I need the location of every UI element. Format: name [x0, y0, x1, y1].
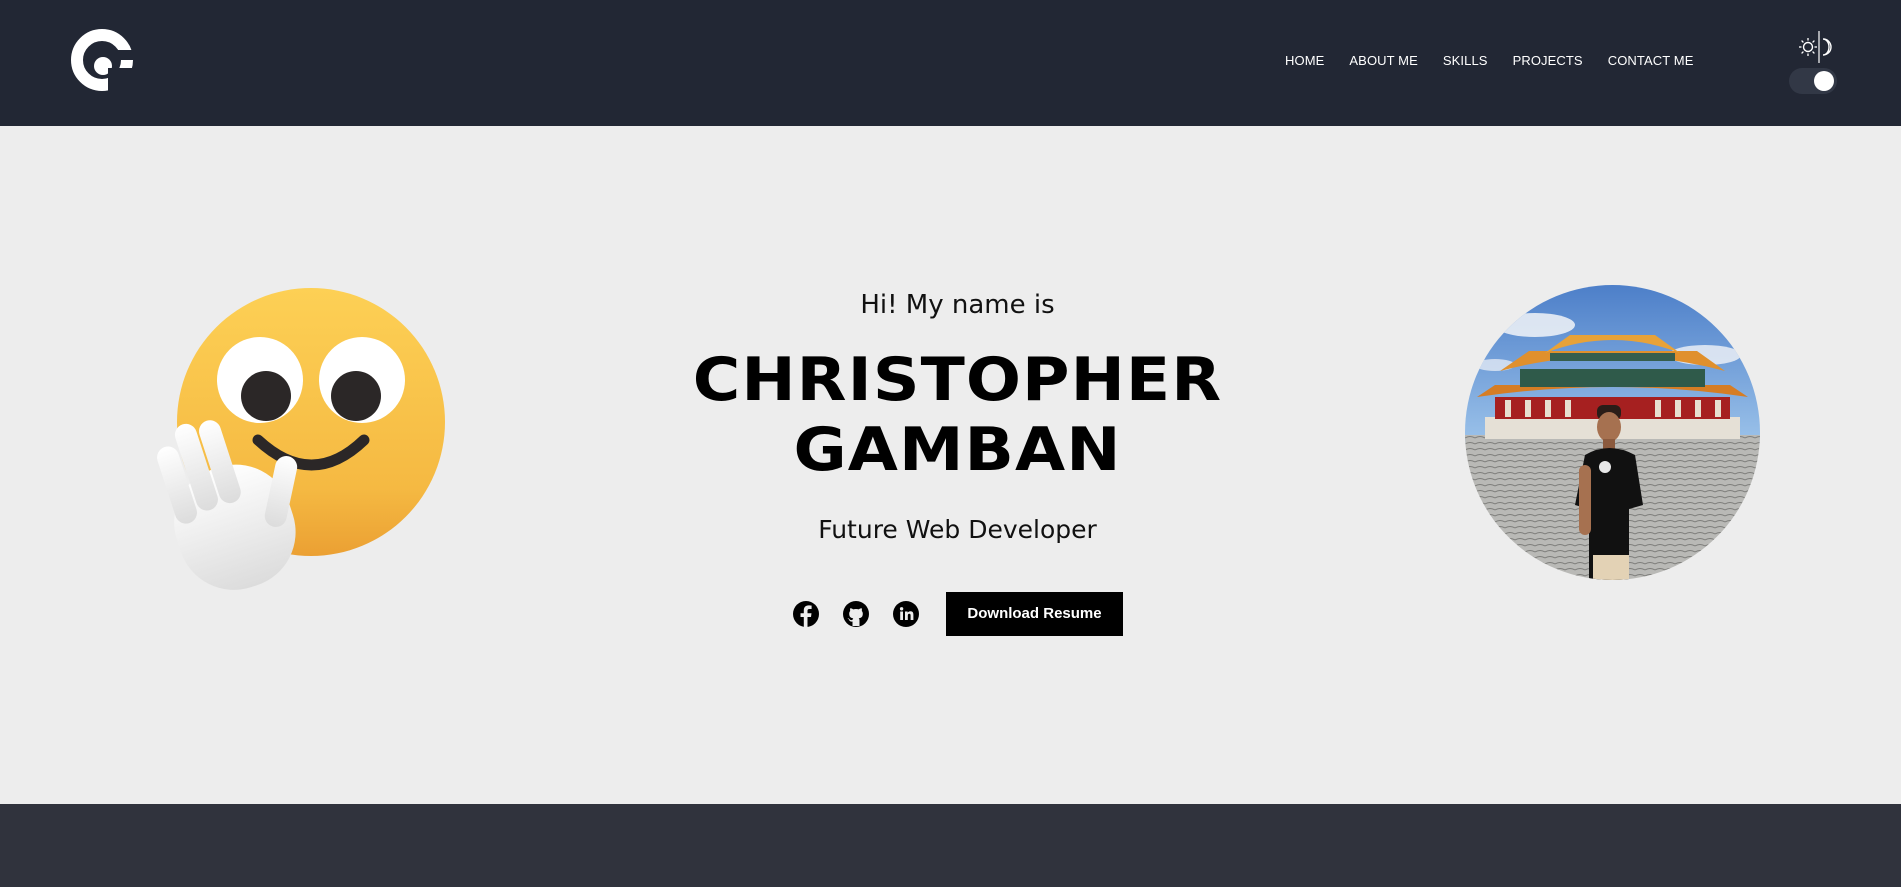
nav-projects[interactable]: PROJECTS: [1513, 53, 1583, 68]
toggle-knob: [1814, 71, 1834, 91]
profile-photo: [1465, 285, 1760, 580]
main-nav: HOME ABOUT ME SKILLS PROJECTS CONTACT ME: [1285, 53, 1693, 68]
waving-smiley-emoji: [157, 288, 445, 590]
hero-role: Future Web Developer: [818, 515, 1097, 544]
hero-actions: Download Resume: [560, 592, 1355, 636]
site-header: HOME ABOUT ME SKILLS PROJECTS CONTACT ME: [0, 0, 1901, 126]
facebook-icon[interactable]: [792, 600, 820, 628]
nav-home[interactable]: HOME: [1285, 53, 1324, 68]
hero-name: CHRISTOPHER GAMBAN: [692, 345, 1223, 485]
sun-moon-icon: [1799, 31, 1832, 63]
nav-skills[interactable]: SKILLS: [1443, 53, 1488, 68]
linkedin-icon[interactable]: [892, 600, 920, 628]
theme-switch: [1789, 30, 1839, 96]
cg-logo-icon[interactable]: [70, 28, 134, 92]
greeting-text: Hi! My name is: [860, 290, 1055, 320]
theme-toggle[interactable]: [1789, 68, 1837, 94]
download-resume-button[interactable]: Download Resume: [946, 592, 1123, 636]
nav-about-me[interactable]: ABOUT ME: [1349, 53, 1417, 68]
github-icon[interactable]: [842, 600, 870, 628]
hero-intro: Hi! My name is CHRISTOPHER GAMBAN Future…: [560, 290, 1355, 636]
site-footer: [0, 804, 1901, 887]
nav-contact-me[interactable]: CONTACT ME: [1608, 53, 1694, 68]
